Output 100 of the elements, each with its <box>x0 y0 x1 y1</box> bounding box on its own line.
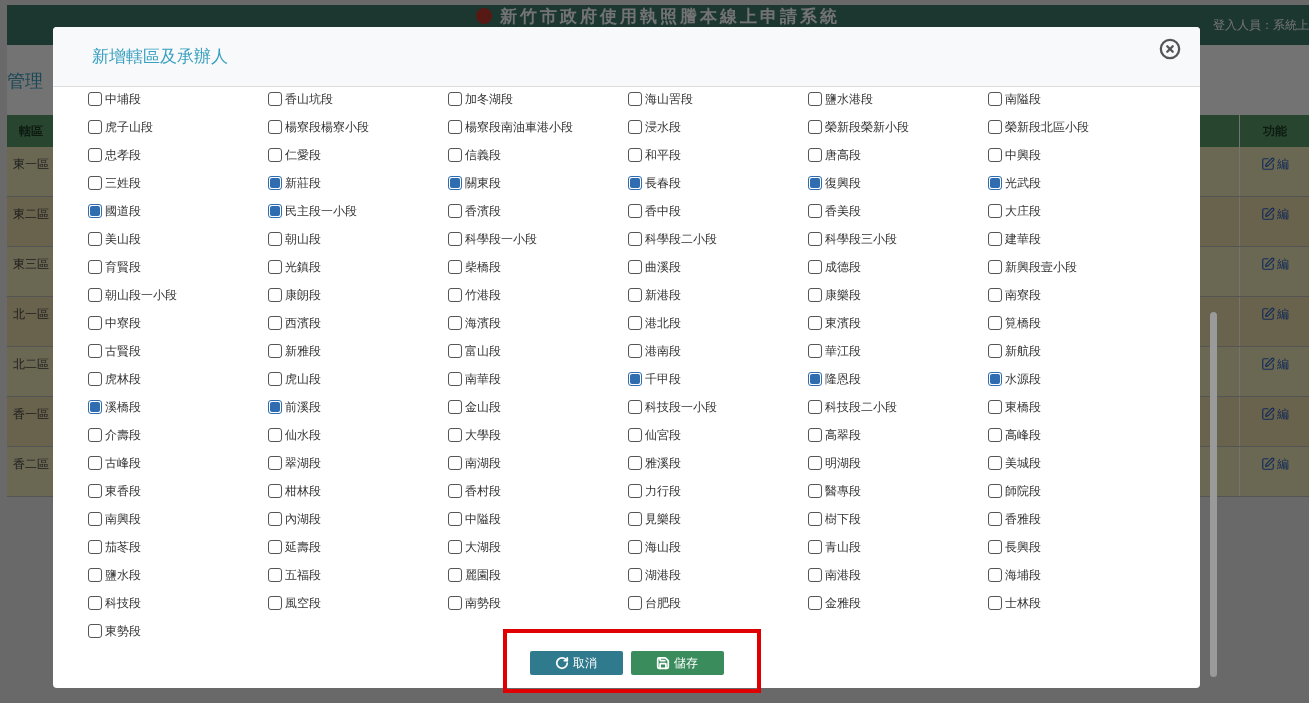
section-checkbox[interactable]: 成德段 <box>808 253 988 281</box>
section-checkbox[interactable]: 朝山段 <box>268 225 448 253</box>
section-checkbox[interactable]: 風空段 <box>268 589 448 617</box>
section-checkbox[interactable]: 育賢段 <box>88 253 268 281</box>
section-checkbox[interactable]: 鹽水港段 <box>808 85 988 113</box>
section-checkbox[interactable]: 虎林段 <box>88 365 268 393</box>
section-checkbox[interactable]: 光鎮段 <box>268 253 448 281</box>
section-checkbox[interactable]: 港北段 <box>628 309 808 337</box>
section-checkbox[interactable]: 民主段一小段 <box>268 197 448 225</box>
section-checkbox[interactable]: 鹽水段 <box>88 561 268 589</box>
section-checkbox[interactable]: 中隘段 <box>448 505 628 533</box>
section-checkbox[interactable]: 光武段 <box>988 169 1168 197</box>
section-checkbox[interactable]: 長興段 <box>988 533 1168 561</box>
close-button[interactable] <box>1159 37 1181 60</box>
section-checkbox[interactable]: 古賢段 <box>88 337 268 365</box>
section-checkbox[interactable]: 五福段 <box>268 561 448 589</box>
section-checkbox[interactable]: 仁愛段 <box>268 141 448 169</box>
section-checkbox[interactable]: 仙水段 <box>268 421 448 449</box>
section-checkbox[interactable]: 國道段 <box>88 197 268 225</box>
section-checkbox[interactable]: 虎山段 <box>268 365 448 393</box>
save-button[interactable]: 儲存 <box>630 651 724 675</box>
section-checkbox[interactable]: 南興段 <box>88 505 268 533</box>
section-checkbox[interactable]: 古峰段 <box>88 449 268 477</box>
section-checkbox[interactable]: 信義段 <box>448 141 628 169</box>
section-checkbox[interactable]: 東勢段 <box>88 617 268 645</box>
section-checkbox[interactable]: 虎子山段 <box>88 113 268 141</box>
section-checkbox[interactable]: 內湖段 <box>268 505 448 533</box>
section-checkbox[interactable]: 華江段 <box>808 337 988 365</box>
section-checkbox[interactable]: 海山段 <box>628 533 808 561</box>
section-checkbox[interactable]: 溪橋段 <box>88 393 268 421</box>
section-checkbox[interactable]: 明湖段 <box>808 449 988 477</box>
section-checkbox[interactable]: 和平段 <box>628 141 808 169</box>
section-checkbox[interactable]: 竹港段 <box>448 281 628 309</box>
section-checkbox[interactable]: 千甲段 <box>628 365 808 393</box>
section-checkbox[interactable]: 港南段 <box>628 337 808 365</box>
section-checkbox[interactable]: 隆恩段 <box>808 365 988 393</box>
section-checkbox[interactable]: 中興段 <box>988 141 1168 169</box>
section-checkbox[interactable]: 海埔段 <box>988 561 1168 589</box>
section-checkbox[interactable]: 科技段一小段 <box>628 393 808 421</box>
section-checkbox[interactable]: 金雅段 <box>808 589 988 617</box>
section-checkbox[interactable]: 南湖段 <box>448 449 628 477</box>
section-checkbox[interactable]: 海濱段 <box>448 309 628 337</box>
section-checkbox[interactable]: 高翠段 <box>808 421 988 449</box>
section-checkbox[interactable]: 復興段 <box>808 169 988 197</box>
section-checkbox[interactable]: 南寮段 <box>988 281 1168 309</box>
section-checkbox[interactable]: 香山坑段 <box>268 85 448 113</box>
section-checkbox[interactable]: 榮新段榮新小段 <box>808 113 988 141</box>
section-checkbox[interactable]: 南隘段 <box>988 85 1168 113</box>
section-checkbox[interactable]: 富山段 <box>448 337 628 365</box>
section-checkbox[interactable]: 康朗段 <box>268 281 448 309</box>
section-checkbox[interactable]: 香中段 <box>628 197 808 225</box>
section-checkbox[interactable]: 青山段 <box>808 533 988 561</box>
section-checkbox[interactable]: 中寮段 <box>88 309 268 337</box>
section-checkbox[interactable]: 東香段 <box>88 477 268 505</box>
section-checkbox[interactable]: 湖港段 <box>628 561 808 589</box>
section-checkbox[interactable]: 茄苳段 <box>88 533 268 561</box>
section-checkbox[interactable]: 師院段 <box>988 477 1168 505</box>
section-checkbox[interactable]: 科學段二小段 <box>628 225 808 253</box>
section-checkbox[interactable]: 雅溪段 <box>628 449 808 477</box>
section-checkbox[interactable]: 曲溪段 <box>628 253 808 281</box>
section-checkbox[interactable]: 中埔段 <box>88 85 268 113</box>
section-checkbox[interactable]: 美山段 <box>88 225 268 253</box>
section-checkbox[interactable]: 香美段 <box>808 197 988 225</box>
section-checkbox[interactable]: 海山罟段 <box>628 85 808 113</box>
section-checkbox[interactable]: 康樂段 <box>808 281 988 309</box>
section-checkbox[interactable]: 浸水段 <box>628 113 808 141</box>
section-checkbox[interactable]: 介壽段 <box>88 421 268 449</box>
section-checkbox[interactable]: 樹下段 <box>808 505 988 533</box>
section-checkbox[interactable]: 西濱段 <box>268 309 448 337</box>
section-checkbox[interactable]: 大庄段 <box>988 197 1168 225</box>
section-checkbox[interactable]: 延壽段 <box>268 533 448 561</box>
section-checkbox[interactable]: 楊寮段楊寮小段 <box>268 113 448 141</box>
section-checkbox[interactable]: 柴橋段 <box>448 253 628 281</box>
section-checkbox[interactable]: 榮新段北區小段 <box>988 113 1168 141</box>
section-checkbox[interactable]: 南勢段 <box>448 589 628 617</box>
section-checkbox[interactable]: 長春段 <box>628 169 808 197</box>
section-checkbox[interactable]: 筧橋段 <box>988 309 1168 337</box>
scrollbar-thumb[interactable] <box>1210 312 1217 677</box>
section-checkbox[interactable]: 南華段 <box>448 365 628 393</box>
section-checkbox[interactable]: 新莊段 <box>268 169 448 197</box>
section-checkbox[interactable]: 三姓段 <box>88 169 268 197</box>
cancel-button[interactable]: 取消 <box>529 651 623 675</box>
section-checkbox[interactable]: 南港段 <box>808 561 988 589</box>
section-checkbox[interactable]: 科學段一小段 <box>448 225 628 253</box>
section-checkbox[interactable]: 金山段 <box>448 393 628 421</box>
section-checkbox[interactable]: 科技段二小段 <box>808 393 988 421</box>
section-checkbox[interactable]: 力行段 <box>628 477 808 505</box>
section-checkbox[interactable]: 東橋段 <box>988 393 1168 421</box>
section-checkbox[interactable]: 新雅段 <box>268 337 448 365</box>
section-checkbox[interactable]: 科技段 <box>88 589 268 617</box>
section-checkbox[interactable]: 翠湖段 <box>268 449 448 477</box>
section-checkbox[interactable]: 水源段 <box>988 365 1168 393</box>
section-checkbox[interactable]: 新港段 <box>628 281 808 309</box>
section-checkbox[interactable]: 大學段 <box>448 421 628 449</box>
section-checkbox[interactable]: 建華段 <box>988 225 1168 253</box>
section-checkbox[interactable]: 高峰段 <box>988 421 1168 449</box>
section-checkbox[interactable]: 關東段 <box>448 169 628 197</box>
section-checkbox[interactable]: 香濱段 <box>448 197 628 225</box>
section-checkbox[interactable]: 見樂段 <box>628 505 808 533</box>
section-checkbox[interactable]: 醫專段 <box>808 477 988 505</box>
